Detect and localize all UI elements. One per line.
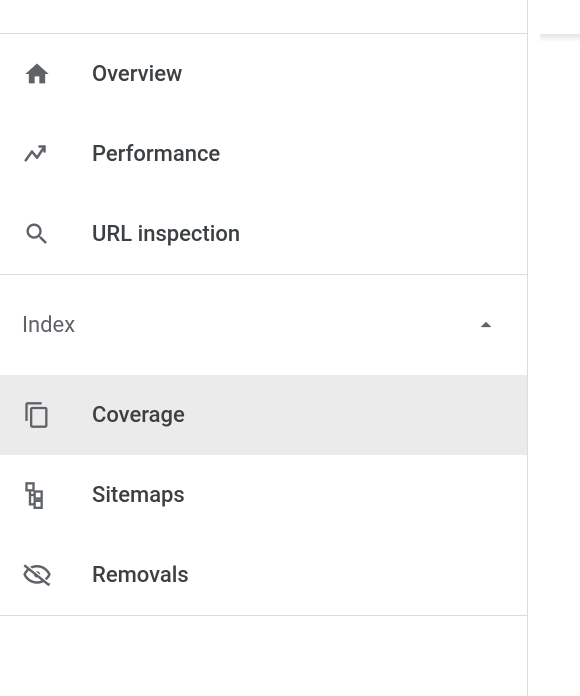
chevron-up-icon (471, 310, 501, 340)
sidebar-item-label: Coverage (92, 403, 185, 428)
sidebar: Overview Performance URL inspection Inde… (0, 0, 528, 696)
sidebar-item-performance[interactable]: Performance (0, 114, 527, 194)
section-header-index[interactable]: Index (0, 275, 527, 375)
section-divider (0, 615, 527, 616)
top-spacer (0, 0, 527, 34)
sidebar-item-sitemaps[interactable]: Sitemaps (0, 455, 527, 535)
sidebar-section-index-items: Coverage Sitemaps Removals (0, 375, 527, 615)
sidebar-item-removals[interactable]: Removals (0, 535, 527, 615)
sidebar-item-overview[interactable]: Overview (0, 34, 527, 114)
sidebar-item-label: URL inspection (92, 222, 240, 247)
search-icon (22, 220, 52, 248)
sidebar-item-label: Overview (92, 62, 182, 87)
page-shadow (540, 34, 580, 42)
sidebar-item-coverage[interactable]: Coverage (0, 375, 527, 455)
home-icon (22, 60, 52, 88)
section-title: Index (22, 313, 471, 338)
sidebar-top-section: Overview Performance URL inspection (0, 34, 527, 274)
sidebar-item-label: Performance (92, 142, 220, 167)
hide-icon (22, 561, 52, 589)
copy-icon (22, 401, 52, 429)
sitemap-icon (22, 481, 52, 509)
sidebar-item-label: Removals (92, 563, 189, 588)
trend-icon (22, 140, 52, 168)
sidebar-item-url-inspection[interactable]: URL inspection (0, 194, 527, 274)
sidebar-item-label: Sitemaps (92, 483, 185, 508)
